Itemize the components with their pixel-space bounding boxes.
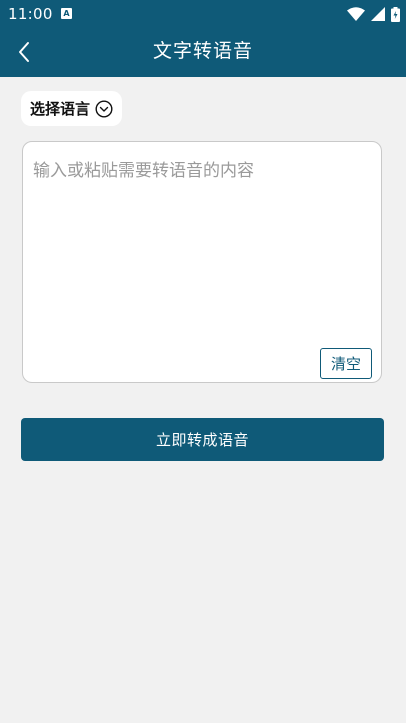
clear-button[interactable]: 清空 (320, 348, 372, 379)
page-title: 文字转语音 (152, 40, 253, 62)
cell-signal-icon (371, 7, 385, 21)
text-editor-card: 清空 (22, 141, 382, 383)
app-bar: 文字转语音 (0, 28, 406, 77)
notification-icon: A (61, 8, 72, 19)
status-bar: 11:00 A (0, 0, 406, 28)
status-time: 11:00 (8, 5, 53, 23)
language-selector-label: 选择语言 (30, 100, 91, 118)
battery-icon (391, 6, 400, 22)
language-selector[interactable]: 选择语言 (21, 91, 123, 126)
convert-to-speech-button[interactable]: 立即转成语音 (21, 418, 384, 461)
status-icons (347, 5, 400, 23)
text-input[interactable] (33, 156, 371, 346)
chevron-down-circle-icon (95, 99, 113, 118)
wifi-icon (347, 7, 365, 21)
